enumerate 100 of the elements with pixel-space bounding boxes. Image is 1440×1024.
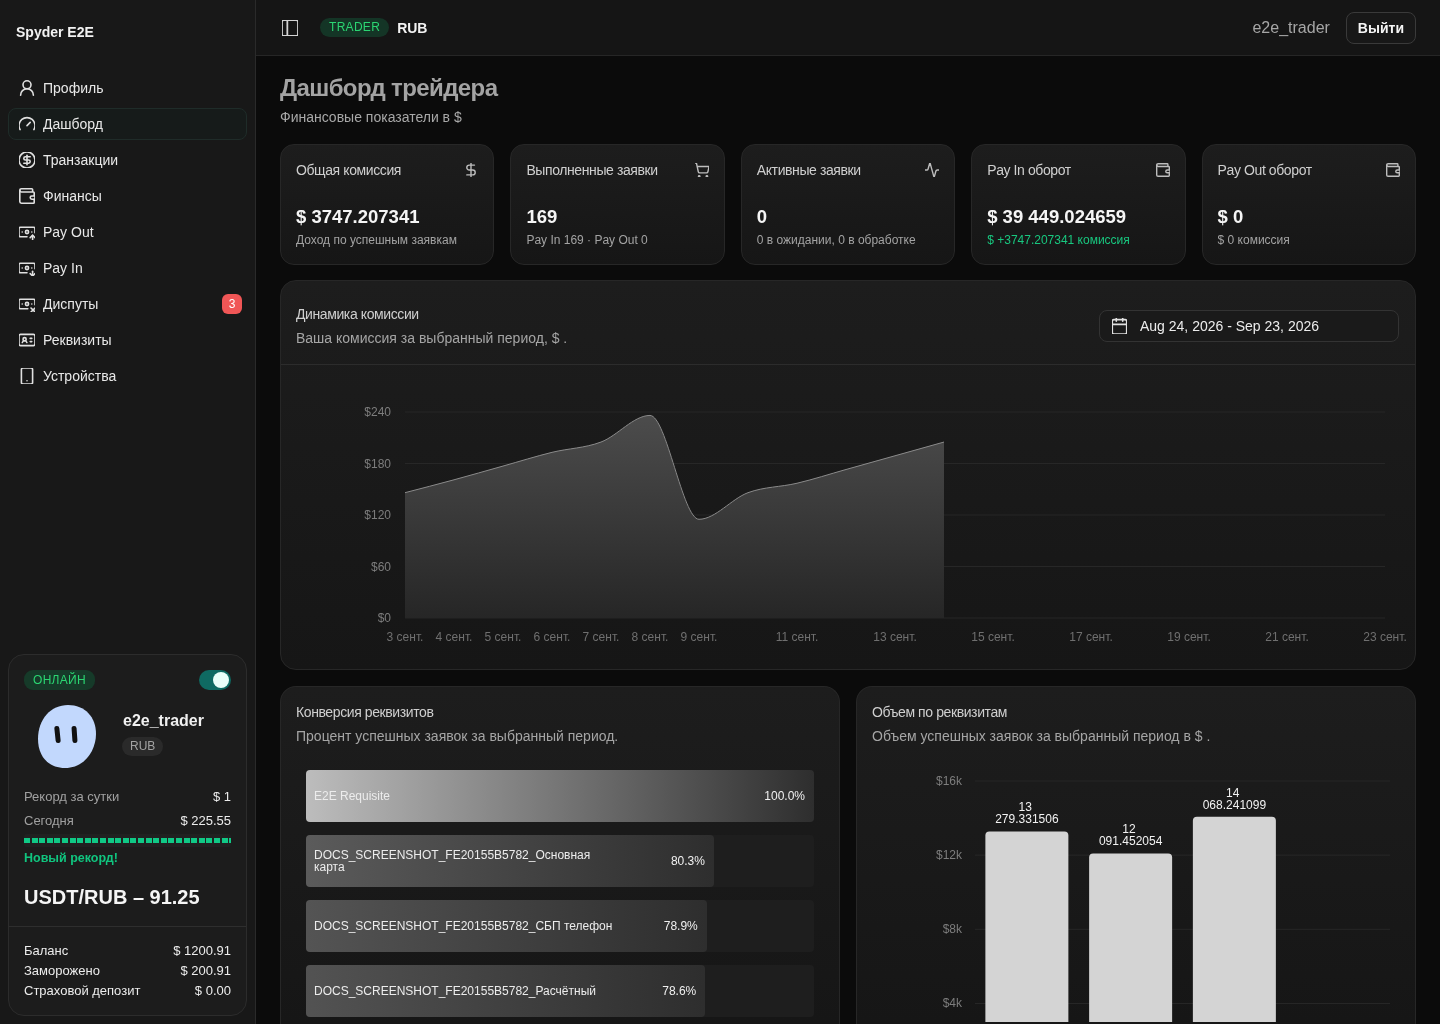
- cart-icon: [694, 163, 709, 177]
- conversion-percent: 80.3%: [670, 854, 705, 868]
- user-icon: [19, 80, 35, 96]
- axis-label: 3 сент.: [386, 630, 424, 644]
- logout-button[interactable]: Выйти: [1345, 11, 1416, 44]
- axis-label: 7 сент.: [582, 630, 620, 644]
- brand-name: Spyder E2E: [15, 23, 95, 42]
- record-note: Новый рекорд!: [24, 850, 119, 866]
- stat-title: Выполненные заявки: [526, 161, 658, 180]
- stat-title: Общая комиссия: [296, 161, 401, 180]
- status-badge: ОНЛАЙН: [24, 670, 95, 690]
- card-title: Конверсия реквизитов: [296, 703, 435, 722]
- bar-value-label: 13 279.331506: [995, 800, 1059, 827]
- record-value: $ 1: [212, 788, 231, 806]
- currency-tag: RUB: [122, 736, 164, 756]
- role-badge: TRADER: [320, 18, 390, 37]
- stat-value: $ 39 449.024659: [987, 205, 1128, 229]
- stat-value: $ 0: [1217, 205, 1245, 229]
- balance-value: $ 0.00: [194, 982, 231, 1000]
- axis-label: 15 сент.: [971, 630, 1015, 644]
- requisite-name: DOCS_SCREENSHOT_FE20155B5782_СБП телефон: [314, 920, 613, 932]
- sidebar-nav-item[interactable]: Реквизиты: [8, 324, 247, 356]
- stat-note: 0 в ожидании, 0 в обработке: [756, 232, 917, 248]
- banknote-arrow-down-icon: [19, 260, 35, 276]
- record-label: Сегодня: [24, 812, 74, 830]
- axis-label: $16k: [935, 774, 962, 788]
- exchange-rate: USDT/RUB – 91.25: [24, 885, 201, 910]
- wallet-icon: [1386, 163, 1400, 177]
- sidebar-nav-item[interactable]: Pay In: [8, 252, 247, 284]
- requisite-name: DOCS_SCREENSHOT_FE20155B5782_Расчётный: [314, 985, 596, 997]
- axis-label: 9 сент.: [680, 630, 718, 644]
- axis-label: 4 сент.: [435, 630, 473, 644]
- sidebar-nav-item[interactable]: Профиль: [8, 72, 247, 104]
- activity-icon: [925, 163, 940, 177]
- balance-label: Заморожено: [24, 962, 100, 980]
- stat-note: $ 0 комиссия: [1217, 232, 1291, 248]
- stat-note: Pay In 169 · Pay Out 0: [526, 232, 649, 248]
- sidebar-toggle-icon[interactable]: [282, 19, 298, 36]
- id-card-icon: [19, 332, 35, 348]
- calendar-icon: [1112, 318, 1127, 334]
- axis-label: $8k: [942, 922, 962, 937]
- balance-label: Страховой депозит: [24, 982, 141, 1000]
- stat-title: Pay In оборот: [987, 161, 1071, 180]
- banknote-x-icon: [19, 296, 35, 312]
- axis-label: 5 сент.: [484, 630, 522, 644]
- sidebar-nav-item[interactable]: Дашборд: [8, 108, 247, 140]
- stat-note: $ +3747.207341 комиссия: [987, 232, 1131, 248]
- record-value: $ 225.55: [180, 812, 231, 830]
- axis-label: 11 сент.: [775, 630, 819, 644]
- sidebar-nav-item[interactable]: Диспуты 3: [8, 288, 247, 320]
- username: e2e_trader: [123, 710, 204, 731]
- sidebar-nav-item[interactable]: Финансы: [8, 180, 247, 212]
- stat-title: Активные заявки: [756, 161, 861, 180]
- axis-label: $240: [364, 405, 391, 419]
- axis-label: $60: [370, 559, 391, 574]
- axis-label: $0: [377, 611, 391, 625]
- axis-label: 21 сент.: [1265, 630, 1309, 644]
- conversion-percent: 78.9%: [663, 919, 698, 933]
- page-subtitle: Финансовые показатели в $: [280, 108, 463, 127]
- stat-value: 169: [526, 205, 559, 229]
- requisite-name: DOCS_SCREENSHOT_FE20155B5782_Основная карта: [314, 849, 592, 873]
- dollar-icon: [464, 163, 479, 177]
- page-title: Дашборд трейдера: [280, 74, 500, 102]
- sidebar-nav-item[interactable]: Транзакции: [8, 144, 247, 176]
- card-title: Объем по реквизитам: [872, 703, 1008, 722]
- wallet-icon: [1155, 163, 1170, 177]
- banknote-arrow-up-icon: [19, 224, 35, 240]
- wallet-icon: [19, 188, 35, 204]
- date-range-picker[interactable]: Aug 24, 2026 - Sep 23, 2026: [1099, 310, 1399, 342]
- online-toggle[interactable]: [199, 670, 231, 690]
- axis-label: $4k: [942, 996, 962, 1011]
- card-subtitle: Ваша комиссия за выбранный период, $ .: [296, 329, 568, 348]
- balance-value: $ 200.91: [180, 962, 231, 980]
- record-label: Рекорд за сутки: [24, 788, 120, 806]
- axis-label: $12k: [935, 848, 962, 863]
- conversion-percent: 78.6%: [662, 984, 697, 998]
- axis-label: 17 сент.: [1069, 630, 1113, 644]
- smartphone-icon: [19, 368, 35, 384]
- stat-note: Доход по успешным заявкам: [296, 232, 458, 248]
- axis-label: 13 сент.: [873, 630, 917, 644]
- axis-label: $120: [364, 508, 391, 522]
- card-title: Динамика комиссии: [296, 305, 420, 324]
- bar-value-label: 12 091.452054: [1098, 822, 1163, 849]
- axis-label: 19 сент.: [1167, 630, 1211, 644]
- sidebar-nav-item[interactable]: Pay Out: [8, 216, 247, 248]
- bar-value-label: 14 068.241099: [1202, 785, 1267, 812]
- stat-value: $ 3747.207341: [296, 205, 421, 229]
- gauge-icon: [19, 116, 35, 132]
- count-badge: 3: [222, 294, 242, 314]
- username: e2e_trader: [1252, 18, 1330, 37]
- axis-label: $180: [364, 456, 391, 471]
- card-subtitle: Объем успешных заявок за выбранный период в $ .: [872, 727, 1212, 746]
- requisite-name: E2E Requisite: [314, 790, 391, 802]
- stat-title: Pay Out оборот: [1217, 161, 1312, 180]
- card-subtitle: Процент успешных заявок за выбранный период.: [296, 727, 620, 746]
- sidebar-nav-item[interactable]: Устройства: [8, 360, 247, 392]
- currency-label: RUB: [397, 19, 428, 36]
- conversion-percent: 100.0%: [764, 789, 805, 803]
- avatar-icon: [38, 704, 96, 768]
- stat-value: 0: [756, 205, 769, 229]
